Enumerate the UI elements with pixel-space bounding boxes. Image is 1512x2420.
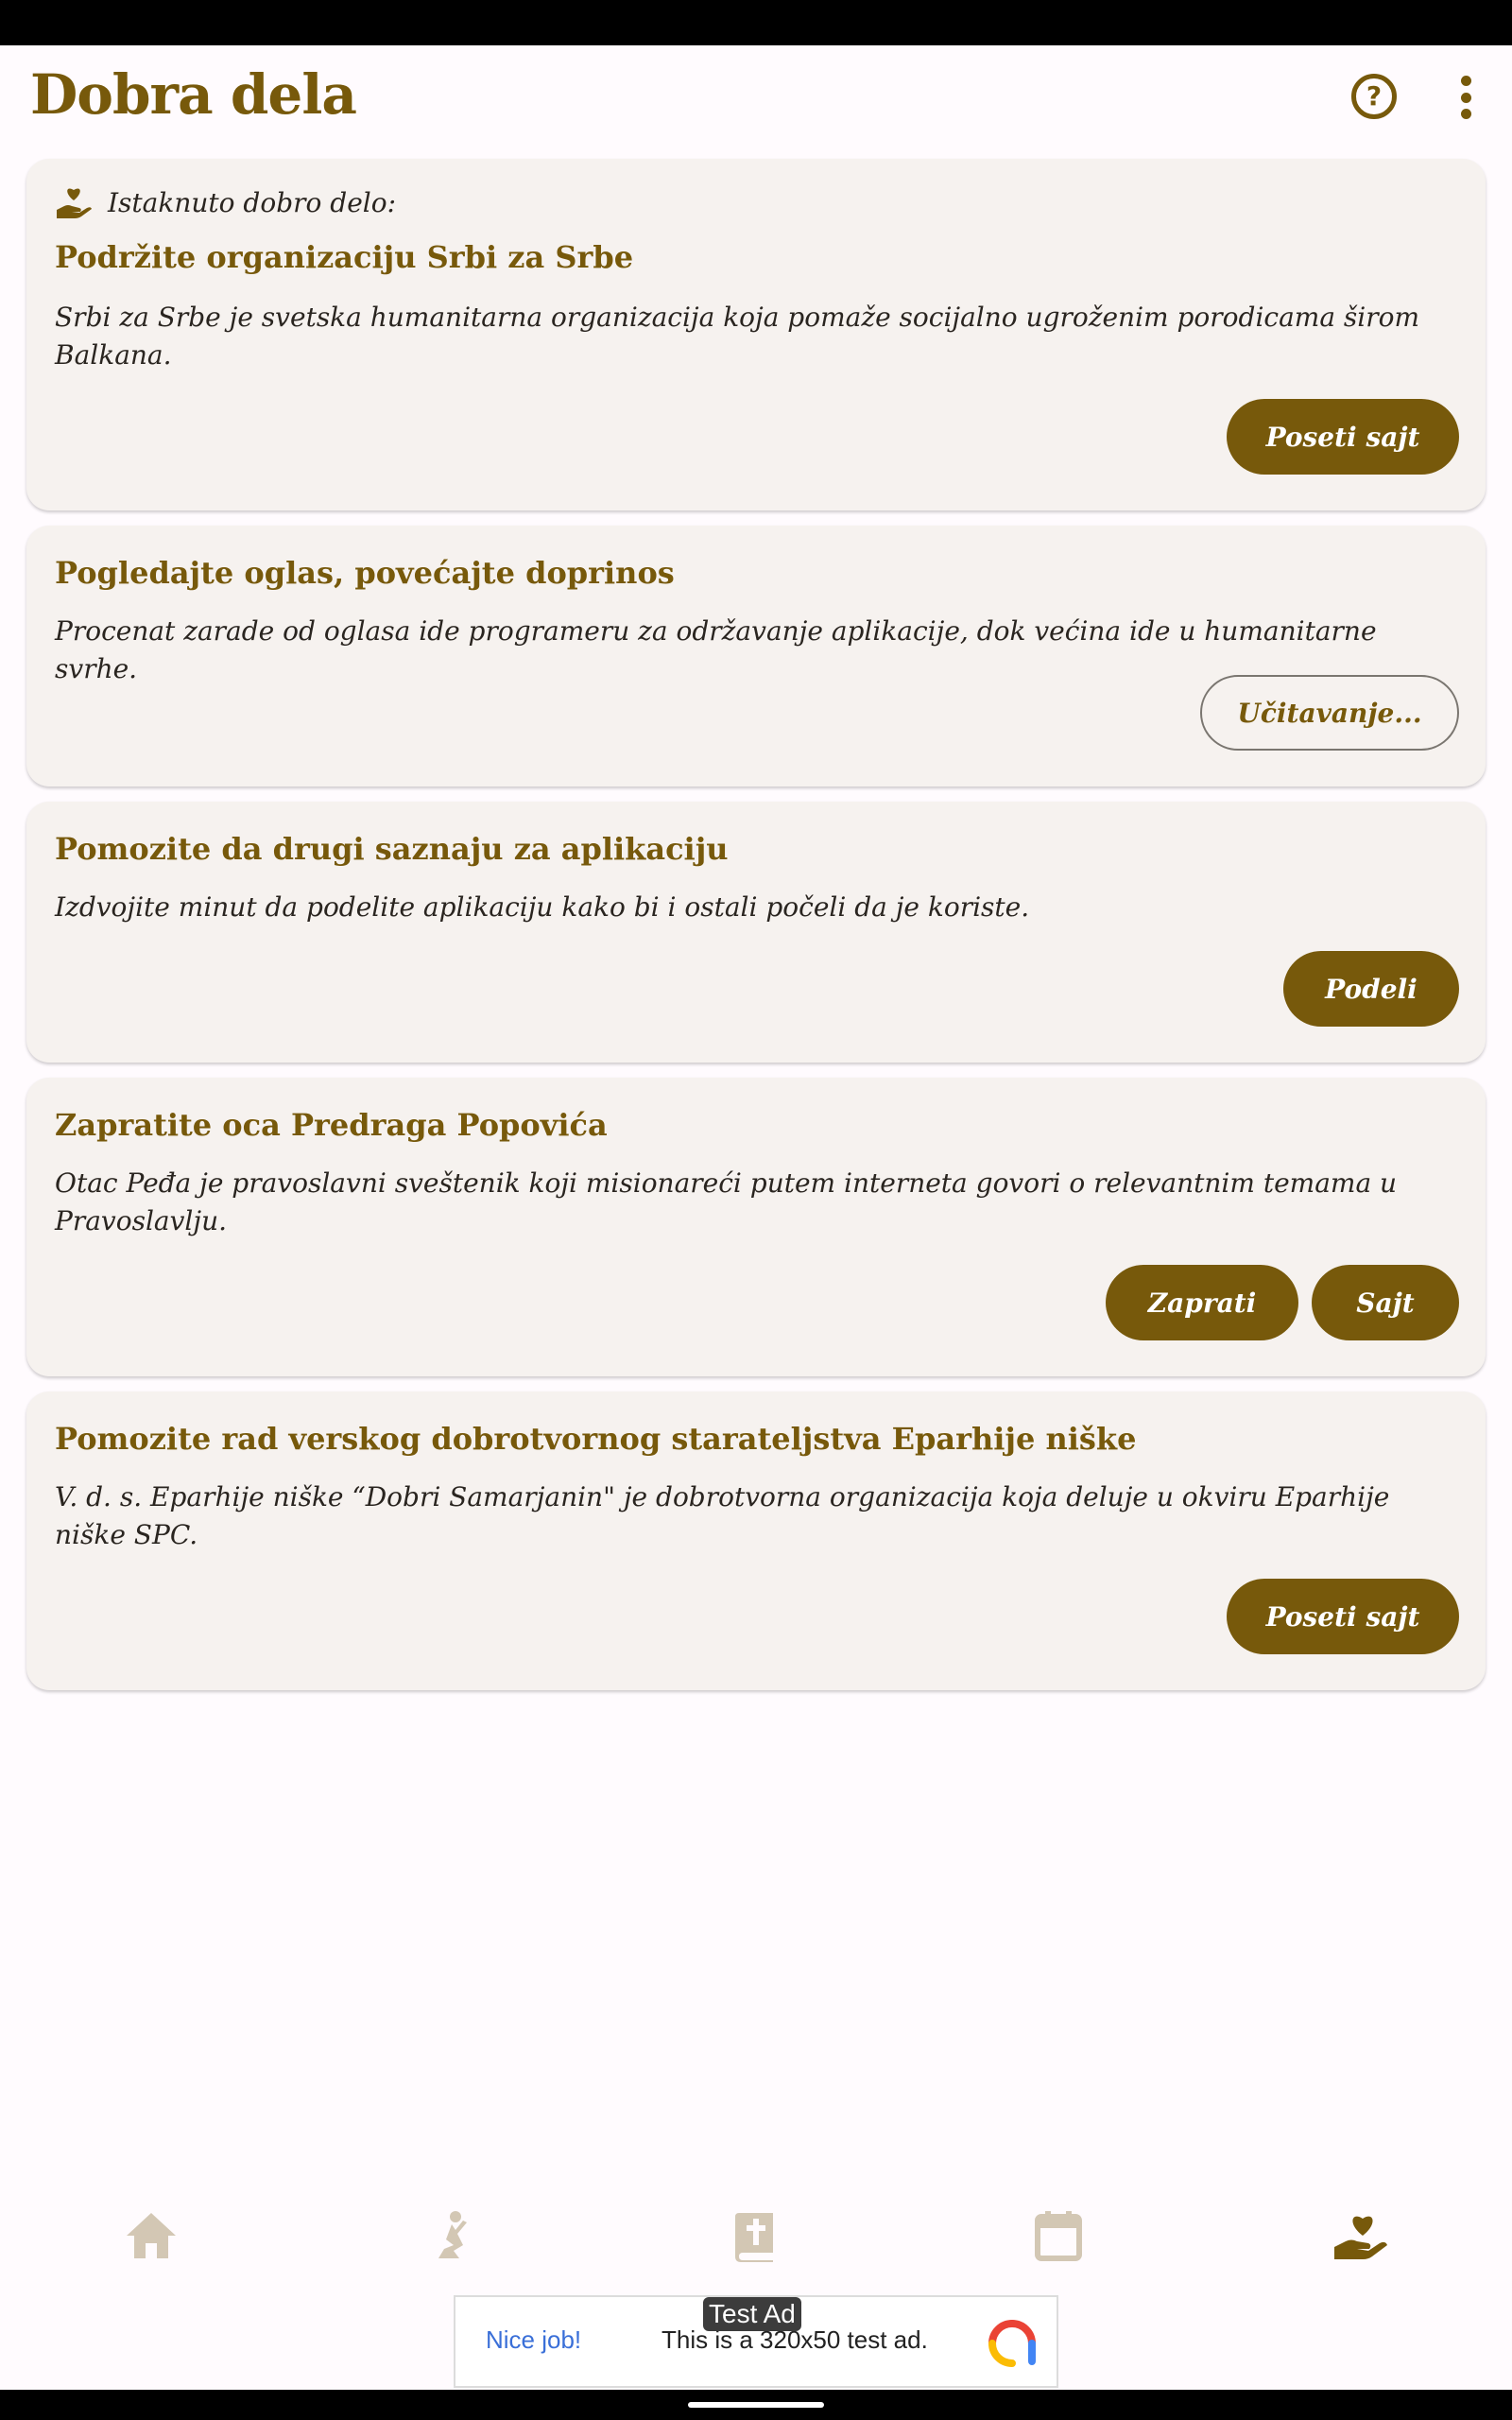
card-title: Pomozite rad verskog dobrotvornog starat… [55, 1421, 1137, 1457]
calendar-icon [1035, 2211, 1082, 2261]
card-description: Srbi za Srbe je svetska humanitarna orga… [55, 302, 1420, 371]
good-deed-card: Pomozite da drugi saznaju za aplikaciju … [26, 802, 1486, 1063]
good-deed-card: Istaknuto dobro delo: Podržite organizac… [26, 159, 1486, 510]
more-options-icon[interactable] [1448, 76, 1484, 119]
charity-hand-heart-icon [1334, 2216, 1387, 2259]
good-deed-card: Pogledajte oglas, povećajte doprinos Pro… [26, 526, 1486, 786]
hand-heart-icon [57, 188, 92, 218]
follow-button[interactable]: Zaprati [1106, 1265, 1298, 1340]
featured-row: Istaknuto dobro delo: [55, 185, 396, 219]
good-deed-card: Zapratite oca Predraga Popovića Otac Peđ… [26, 1078, 1486, 1376]
visit-site-button[interactable]: Poseti sajt [1227, 399, 1459, 475]
page-title: Dobra dela [30, 62, 357, 127]
card-title: Pogledajte oglas, povećajte doprinos [55, 555, 675, 591]
nav-book[interactable] [718, 2203, 794, 2269]
praying-icon [438, 2211, 467, 2258]
help-icon[interactable]: ? [1351, 74, 1397, 119]
card-description: V. d. s. Eparhije niške “Dobri Samarjani… [55, 1481, 1390, 1550]
status-bar [0, 0, 1512, 45]
site-button[interactable]: Sajt [1312, 1265, 1459, 1340]
share-button[interactable]: Podeli [1283, 951, 1459, 1027]
card-title: Zapratite oca Predraga Popovića [55, 1107, 608, 1143]
visit-site-button[interactable]: Poseti sajt [1227, 1579, 1459, 1654]
ad-nice-text: Nice job! [486, 2325, 582, 2354]
bottom-navigation [0, 2193, 1512, 2278]
prayer-book-icon [735, 2213, 773, 2262]
nav-good-deeds[interactable] [1323, 2203, 1399, 2269]
nav-calendar[interactable] [1021, 2203, 1096, 2269]
card-title: Pomozite da drugi saznaju za aplikaciju [55, 831, 729, 867]
nav-home[interactable] [113, 2203, 189, 2269]
featured-label: Istaknuto dobro delo: [108, 186, 397, 218]
gesture-handle[interactable] [688, 2402, 824, 2408]
card-description: Izdvojite minut da podelite aplikaciju k… [55, 891, 1030, 923]
good-deed-card: Pomozite rad verskog dobrotvornog starat… [26, 1392, 1486, 1690]
card-description: Otac Peđa je pravoslavni sveštenik koji … [55, 1167, 1398, 1236]
test-ad-label: Test Ad [703, 2297, 801, 2331]
ad-network-logo-icon [988, 2320, 1036, 2367]
card-title: Podržite organizaciju Srbi za Srbe [55, 239, 634, 275]
home-icon [127, 2213, 176, 2258]
nav-prayer[interactable] [416, 2203, 491, 2269]
watch-ad-button[interactable]: Učitavanje... [1200, 675, 1459, 751]
